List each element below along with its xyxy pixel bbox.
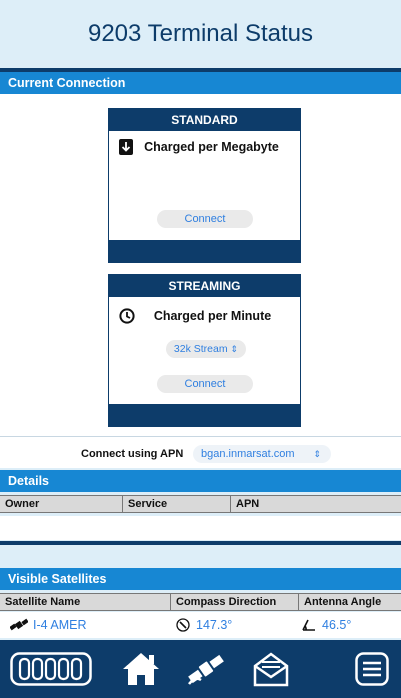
section-header-details: Details: [0, 470, 401, 492]
compass-direction-cell: 147.3°: [176, 612, 232, 638]
satellite-icon: [188, 654, 224, 685]
compass-direction-value: 147.3°: [196, 618, 233, 632]
apn-label: Connect using APN: [81, 448, 184, 460]
title-bar: 9203 Terminal Status: [0, 0, 401, 68]
section-spacer: [0, 545, 401, 567]
stream-rate-value: 32k Stream: [173, 343, 228, 355]
apn-select[interactable]: bgan.inmarsat.com ⇕: [193, 445, 331, 463]
current-connection-panel: STANDARD Charged per Megabyte Connect ST…: [0, 94, 401, 436]
streaming-card-title: STREAMING: [109, 275, 300, 297]
streaming-row: Charged per Minute: [119, 308, 290, 324]
table-row[interactable]: I-4 AMER 147.3° 46.5°: [0, 612, 401, 638]
satellite-name-cell: I-4 AMER: [10, 612, 87, 638]
tab-signal[interactable]: [8, 640, 94, 698]
home-icon: [123, 653, 159, 685]
streaming-charge-label: Charged per Minute: [153, 309, 272, 323]
standard-card-footer: [109, 240, 300, 262]
streaming-connect-button[interactable]: Connect: [157, 375, 253, 393]
column-header-compass-direction: Compass Direction: [170, 594, 298, 610]
streaming-card: STREAMING Charged per Minute 32k Stream …: [108, 274, 301, 427]
tab-home[interactable]: [116, 640, 166, 698]
standard-card-title: STANDARD: [109, 109, 300, 131]
tab-satellite[interactable]: [180, 640, 232, 698]
standard-charge-label: Charged per Megabyte: [144, 140, 279, 154]
apn-value: bgan.inmarsat.com: [201, 448, 295, 460]
details-table-body: [0, 516, 401, 540]
standard-connect-button[interactable]: Connect: [157, 210, 253, 228]
satellite-name: I-4 AMER: [33, 618, 87, 632]
column-header-apn: APN: [230, 496, 401, 512]
column-header-antenna-angle: Antenna Angle: [298, 594, 401, 610]
mail-icon: [253, 652, 289, 687]
signal-bars-icon: [10, 652, 92, 686]
bottom-tab-bar: [0, 640, 401, 698]
standard-row: Charged per Megabyte: [119, 139, 290, 155]
details-table-header: Owner Service APN: [0, 495, 401, 513]
download-icon: [119, 139, 133, 155]
antenna-angle-value: 46.5°: [322, 618, 352, 632]
section-header-visible-satellites: Visible Satellites: [0, 568, 401, 590]
apn-row: Connect using APN bgan.inmarsat.com ⇕: [0, 436, 401, 468]
satellites-table-header: Satellite Name Compass Direction Antenna…: [0, 593, 401, 611]
menu-icon: [355, 652, 389, 686]
tab-messages[interactable]: [246, 640, 296, 698]
section-header-current-connection: Current Connection: [0, 72, 401, 94]
clock-icon: [119, 308, 135, 324]
compass-icon: [176, 618, 190, 632]
standard-card: STANDARD Charged per Megabyte Connect: [108, 108, 301, 263]
antenna-angle-cell: 46.5°: [302, 612, 351, 638]
angle-icon: [302, 619, 315, 631]
column-header-service: Service: [122, 496, 230, 512]
streaming-card-footer: [109, 404, 300, 426]
select-chevron-icon: ⇕: [230, 344, 239, 354]
column-header-satellite-name: Satellite Name: [5, 596, 81, 608]
column-header-owner: Owner: [5, 498, 40, 510]
satellite-icon: [10, 618, 28, 631]
stream-rate-select[interactable]: 32k Stream ⇕: [166, 340, 246, 358]
tab-menu[interactable]: [350, 640, 394, 698]
select-chevron-icon: ⇕: [313, 449, 321, 459]
page-title: 9203 Terminal Status: [87, 20, 314, 47]
